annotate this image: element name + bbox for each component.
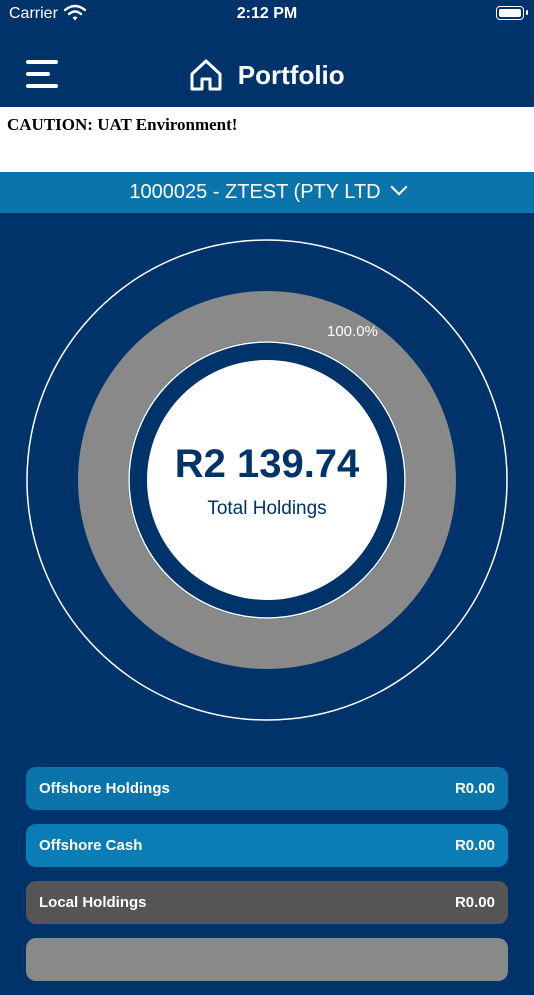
row-label: Offshore Cash (39, 837, 143, 854)
row-label: Offshore Holdings (39, 780, 170, 797)
segment-percent-label: 100.0% (327, 323, 378, 340)
account-label: 1000025 - ZTEST (PTY LTD (129, 181, 381, 203)
total-holdings-label: Total Holdings (207, 498, 327, 519)
holding-row-local-holdings[interactable]: Local Holdings R0.00 (26, 881, 508, 924)
battery-icon (496, 6, 528, 20)
total-holdings-value: R2 139.74 (174, 442, 360, 486)
caution-text: CAUTION: UAT Environment! (7, 115, 238, 134)
nav-bar: Portfolio (0, 30, 534, 107)
page-title-group: Portfolio (0, 58, 534, 92)
caution-banner: CAUTION: UAT Environment! (0, 107, 534, 172)
row-value: R0.00 (454, 780, 495, 797)
row-value: R0.00 (454, 894, 495, 911)
holdings-donut-chart: 100.0% R2 139.74 Total Holdings (0, 213, 534, 753)
holding-row-local-cash[interactable] (26, 938, 508, 981)
account-selector[interactable]: 1000025 - ZTEST (PTY LTD (0, 172, 534, 213)
status-time: 2:12 PM (236, 5, 298, 22)
holding-row-offshore-holdings[interactable]: Offshore Holdings R0.00 (26, 767, 508, 810)
holdings-list: Offshore Holdings R0.00 Offshore Cash R0… (26, 767, 508, 995)
chevron-down-icon (390, 178, 408, 196)
row-label: Local Holdings (39, 894, 147, 911)
home-icon (190, 59, 222, 91)
status-bar: Carrier 2:12 PM (0, 0, 534, 30)
row-value: R0.00 (454, 837, 495, 854)
holding-row-offshore-cash[interactable]: Offshore Cash R0.00 (26, 824, 508, 867)
page-title: Portfolio (237, 59, 345, 90)
